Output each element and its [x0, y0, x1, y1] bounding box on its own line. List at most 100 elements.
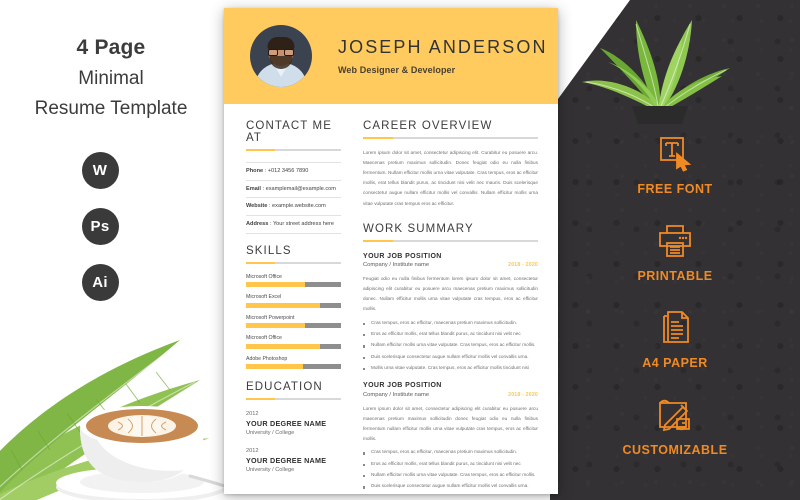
skill-label: Microsoft Powerpoint — [246, 314, 295, 321]
job-dates: 2018 - 2020 — [508, 391, 538, 398]
skills-section: SKILLS Microsoft Office Microsoft Excel … — [246, 245, 341, 370]
promo-line-2: Minimal — [78, 68, 144, 89]
education-list: 2012 YOUR DEGREE NAME University / Colle… — [246, 411, 341, 473]
skill-bar-fill — [246, 302, 321, 308]
promo-line-3: Resume Template — [34, 98, 188, 119]
contact-row-email: Email : examplemail@example.com — [246, 181, 341, 199]
skill-bar — [246, 364, 341, 370]
feature-a4-paper: A4 PAPER — [550, 302, 800, 370]
skill-bar — [246, 302, 341, 308]
feature-printable: PRINTABLE — [550, 215, 800, 283]
feature-label: A4 PAPER — [642, 356, 708, 370]
a4-paper-icon — [550, 302, 800, 354]
education-degree: YOUR DEGREE NAME — [246, 456, 327, 466]
job-position: YOUR JOB POSITION — [363, 252, 442, 260]
skill-item: Microsoft Excel — [246, 294, 341, 308]
section-divider — [246, 149, 341, 151]
skill-label: Microsoft Office — [246, 273, 282, 280]
job-bullet: Mollis urna vitae vulputate. Cras tempus… — [363, 365, 538, 371]
education-section: EDUCATION 2012 YOUR DEGREE NAME Universi… — [246, 381, 341, 473]
job-bullet: Eros ac efficitur mollis, erat tellus bl… — [363, 461, 538, 467]
section-divider — [246, 261, 341, 264]
skill-bar-fill — [246, 323, 305, 329]
skill-item: Adobe Photoshop — [246, 356, 341, 370]
feature-customizable: CUSTOMIZABLE — [550, 389, 800, 457]
feature-free-font: FREE FONT — [550, 128, 800, 196]
customizable-icon — [550, 389, 800, 441]
job-header: YOUR JOB POSITION — [363, 382, 538, 389]
illustrator-badge: Ai — [81, 264, 119, 301]
job-subheader: Company / Institute name 2018 - 2020 — [363, 389, 538, 398]
photoshop-badge: Ps — [81, 208, 119, 245]
section-divider — [363, 239, 538, 242]
job-bullet: Duis scelerisque consectetur augue nulla… — [363, 354, 538, 360]
education-school: University / College — [246, 467, 295, 474]
resume-right-column: CAREER OVERVIEW Lorem ipsum dolor sit am… — [351, 104, 558, 494]
skill-bar-fill — [246, 282, 305, 288]
resume-left-column: CONTACT ME AT Phone : +012 3456 7890 Ema… — [224, 104, 351, 494]
contact-value-address: Your street address here — [272, 221, 335, 228]
education-degree: YOUR DEGREE NAME — [246, 419, 327, 429]
resume-page[interactable]: JOSEPH ANDERSON Web Designer & Developer… — [224, 8, 558, 494]
education-item: 2012 YOUR DEGREE NAME University / Colle… — [246, 411, 341, 436]
contact-row-address: Address : Your street address here — [246, 216, 341, 234]
skill-bar-fill — [246, 343, 321, 349]
education-section-title: EDUCATION — [246, 381, 323, 394]
skill-label: Microsoft Office — [246, 335, 282, 342]
promo-line-1: 4 Page — [76, 36, 146, 59]
printer-icon — [550, 215, 800, 267]
contact-value-website: example.website.com — [272, 203, 326, 210]
skill-bar — [246, 323, 341, 329]
software-badge-list: W Ps Ai — [0, 152, 200, 320]
resume-role: Web Designer & Developer — [338, 65, 456, 75]
skill-item: Microsoft Office — [246, 335, 341, 349]
promo-text-block: 4 Page Minimal Resume Template — [0, 36, 222, 120]
contact-label-address: Address — [246, 221, 269, 228]
contact-list: Phone : +012 3456 7890 Email : examplema… — [246, 162, 341, 234]
free-font-icon — [550, 128, 800, 180]
feature-list: FREE FONT PRINTABLE A4 PAPER CUSTOMIZABL… — [550, 128, 800, 476]
job-bullet-list: Cras tempus, eros ac efficitur, maecenas… — [363, 320, 538, 372]
job-bullet: Eros ac efficitur mollis, erat tellus bl… — [363, 331, 538, 337]
contact-section: CONTACT ME AT Phone : +012 3456 7890 Ema… — [246, 120, 341, 234]
job-bullet: Nullam efficitur mollis urna vitae vulpu… — [363, 342, 538, 349]
education-school: University / College — [246, 430, 295, 437]
resume-name: JOSEPH ANDERSON — [338, 37, 548, 57]
job-bullet: Cras tempus, eros ac efficitur, maecenas… — [363, 320, 538, 326]
contact-label-phone: Phone — [246, 168, 264, 174]
education-year: 2012 — [246, 448, 259, 455]
education-item: 2012 YOUR DEGREE NAME University / Colle… — [246, 448, 341, 473]
skill-label: Adobe Photoshop — [246, 355, 288, 362]
job-entry: YOUR JOB POSITION Company / Institute na… — [363, 382, 538, 494]
skill-item: Microsoft Powerpoint — [246, 315, 341, 329]
skill-bar-fill — [246, 364, 303, 370]
skill-label: Microsoft Excel — [246, 294, 282, 301]
header-text: JOSEPH ANDERSON Web Designer & Developer — [338, 37, 548, 75]
section-divider — [246, 398, 341, 401]
job-bullet: Nullam efficitur mollis urna vitae vulpu… — [363, 472, 538, 478]
career-overview-section: CAREER OVERVIEW Lorem ipsum dolor sit am… — [363, 120, 538, 209]
job-description: Feugiat odio eu nulla finibus fermentum … — [363, 276, 538, 311]
job-company: Company / Institute name — [363, 262, 430, 269]
avatar — [250, 25, 312, 87]
job-company: Company / Institute name — [363, 391, 430, 398]
contact-value-phone: +012 3456 7890 — [267, 168, 309, 174]
job-position: YOUR JOB POSITION — [363, 382, 442, 390]
contact-value-email: examplemail@example.com — [265, 185, 336, 192]
feature-label: FREE FONT — [637, 182, 713, 196]
job-bullet-list: Cras tempus, eros ac efficitur, maecenas… — [363, 449, 538, 494]
career-paragraph: Lorem ipsum dolor sit amet, consectetur … — [363, 150, 538, 206]
contact-label-email: Email — [246, 185, 261, 192]
left-promo-column: 4 Page Minimal Resume Template W Ps Ai — [0, 0, 222, 500]
skill-bar — [246, 343, 341, 349]
career-section-title: CAREER OVERVIEW — [363, 120, 493, 132]
job-entry: YOUR JOB POSITION Company / Institute na… — [363, 253, 538, 372]
job-subheader: Company / Institute name 2018 - 2020 — [363, 260, 538, 269]
work-section-title: WORK SUMMARY — [363, 222, 474, 235]
resume-header: JOSEPH ANDERSON Web Designer & Developer — [224, 8, 558, 104]
section-divider — [363, 137, 538, 139]
feature-label: PRINTABLE — [637, 269, 713, 283]
skill-bar — [246, 282, 341, 288]
skills-section-title: SKILLS — [246, 244, 292, 257]
skill-item: Microsoft Office — [246, 274, 341, 288]
